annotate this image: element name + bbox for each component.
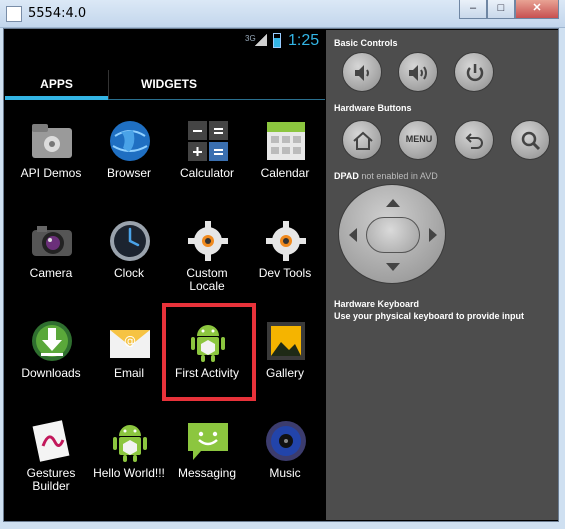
dpad-heading: DPAD not enabled in AVD — [334, 171, 438, 181]
email-icon: @ — [110, 330, 150, 358]
emulator-window: 3G 1:25 APPS WIDGETS API Demos Browser C… — [3, 28, 559, 522]
back-icon — [465, 133, 483, 149]
app-label: Clock — [113, 266, 144, 280]
search-button[interactable] — [510, 120, 550, 160]
menu-button[interactable]: MENU — [398, 120, 438, 160]
app-label: Calculator — [179, 166, 235, 180]
hardware-buttons-heading: Hardware Buttons — [334, 103, 412, 113]
dpad-right-icon — [429, 228, 437, 242]
app-label: Messaging — [177, 466, 237, 480]
app-downloads[interactable]: Downloads — [11, 310, 91, 410]
window-app-icon — [6, 6, 22, 22]
app-calculator[interactable]: Calculator — [167, 110, 247, 210]
calendar-icon — [267, 122, 305, 160]
globe-icon — [110, 121, 150, 161]
status-bar: 3G 1:25 — [5, 30, 325, 54]
app-label: Music — [269, 466, 301, 480]
folder-gear-icon — [32, 124, 72, 158]
dpad-control[interactable] — [338, 184, 446, 284]
home-button[interactable] — [342, 120, 382, 160]
app-api-demos[interactable]: API Demos — [11, 110, 91, 210]
app-camera[interactable]: Camera — [11, 210, 91, 310]
emulator-controls-panel: Basic Controls Hardware Buttons MENU DPA… — [326, 30, 558, 520]
tab-active-indicator — [5, 96, 108, 100]
app-label: Downloads — [21, 366, 81, 380]
volume-up-icon — [409, 65, 427, 81]
app-music[interactable]: Music — [245, 410, 325, 510]
power-icon — [466, 64, 484, 82]
app-label: API Demos — [20, 166, 82, 180]
app-label: Calendar — [260, 166, 310, 180]
camera-icon — [32, 226, 72, 256]
clock-icon — [110, 221, 150, 261]
calculator-icon — [188, 121, 228, 161]
keyboard-hint: Use your physical keyboard to provide in… — [334, 311, 525, 321]
signal-icon — [255, 34, 267, 46]
dpad-title: DPAD — [334, 171, 359, 181]
app-hello-world[interactable]: Hello World!!! — [89, 410, 169, 510]
back-button[interactable] — [454, 120, 494, 160]
basic-controls-heading: Basic Controls — [334, 38, 398, 48]
app-label: Dev Tools — [258, 266, 312, 280]
dpad-center-button[interactable] — [366, 217, 420, 253]
messaging-icon — [188, 423, 228, 460]
gear-icon — [188, 221, 228, 261]
home-icon — [353, 131, 373, 150]
app-calendar[interactable]: Calendar — [245, 110, 325, 210]
keyboard-heading: Hardware Keyboard — [334, 299, 420, 309]
app-custom-locale[interactable]: Custom Locale — [167, 210, 247, 310]
battery-icon — [273, 33, 281, 48]
app-browser[interactable]: Browser — [89, 110, 169, 210]
keyboard-info: Hardware Keyboard Use your physical keyb… — [334, 298, 524, 322]
app-label: Gallery — [265, 366, 304, 380]
maximize-button[interactable]: □ — [487, 0, 515, 19]
minimize-button[interactable]: – — [459, 0, 487, 19]
dpad-left-icon — [349, 228, 357, 242]
svg-text:@: @ — [124, 334, 136, 348]
dpad-down-icon — [386, 263, 400, 271]
menu-button-label: MENU — [405, 134, 433, 144]
window-title: 5554:4.0 — [28, 6, 87, 21]
selection-highlight — [162, 303, 256, 401]
music-icon — [266, 421, 306, 461]
app-email[interactable]: @ Email — [89, 310, 169, 410]
gear-icon — [266, 221, 306, 261]
dpad-up-icon — [386, 199, 400, 207]
app-clock[interactable]: Clock — [89, 210, 169, 310]
app-label: Hello World!!! — [93, 466, 165, 480]
gallery-icon — [267, 322, 305, 360]
power-button[interactable] — [454, 52, 494, 92]
volume-down-icon — [355, 65, 369, 81]
gestures-icon — [32, 420, 70, 462]
android-icon — [113, 425, 147, 462]
volume-up-button[interactable] — [398, 52, 438, 92]
app-dev-tools[interactable]: Dev Tools — [245, 210, 325, 310]
volume-down-button[interactable] — [342, 52, 382, 92]
app-label: Email — [113, 366, 144, 380]
close-button[interactable]: ✕ — [515, 0, 559, 19]
device-screen[interactable]: 3G 1:25 APPS WIDGETS API Demos Browser C… — [5, 30, 325, 520]
app-label: Camera — [29, 266, 73, 280]
window-titlebar: 5554:4.0 – □ ✕ — [0, 0, 565, 28]
tab-widgets[interactable]: WIDGETS — [109, 64, 229, 104]
app-messaging[interactable]: Messaging — [167, 410, 247, 510]
app-label: Browser — [106, 166, 151, 180]
dpad-note: not enabled in AVD — [361, 171, 438, 181]
status-time: 1:25 — [288, 32, 320, 49]
app-label: Custom Locale — [186, 266, 228, 293]
app-gallery[interactable]: Gallery — [245, 310, 325, 410]
window-controls: – □ ✕ — [459, 0, 559, 19]
app-label: Gestures Builder — [26, 466, 76, 493]
search-icon — [521, 131, 541, 151]
download-icon — [32, 321, 72, 361]
app-gestures-builder[interactable]: Gestures Builder — [11, 410, 91, 510]
